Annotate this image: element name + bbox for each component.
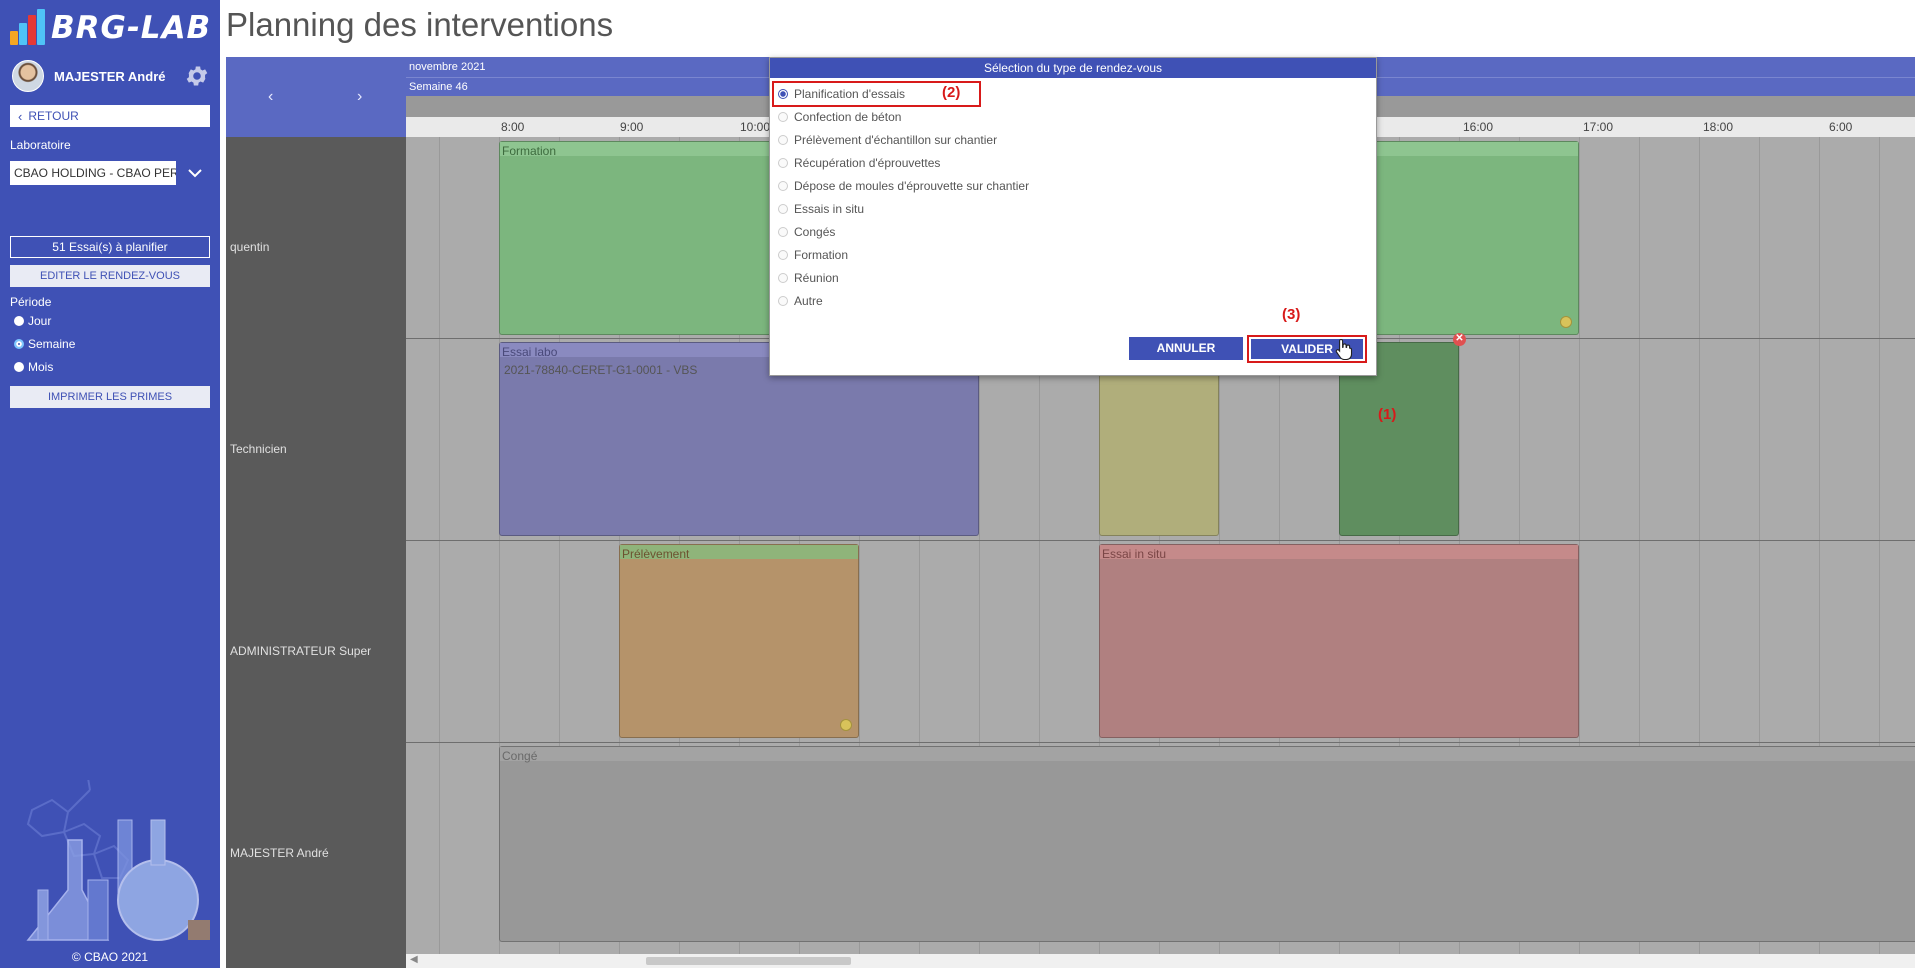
- hour-label: 8:00: [501, 120, 525, 134]
- lab-select[interactable]: CBAO HOLDING - CBAO PERPIGNAN: [10, 161, 176, 185]
- annotation-step-1: (1): [1378, 406, 1397, 423]
- option-label: Formation: [794, 248, 849, 262]
- option-autre[interactable]: Autre: [778, 291, 823, 311]
- option-reunion[interactable]: Réunion: [778, 268, 839, 288]
- radio-icon: [778, 250, 788, 260]
- period-option-mois[interactable]: Mois: [14, 360, 53, 374]
- sidebar: BRG-LAB MAJESTER André ‹ RETOUR Laborato…: [0, 0, 220, 968]
- radio-icon: [778, 227, 788, 237]
- logo-bars-icon: [10, 9, 48, 47]
- event-title: Essai labo: [502, 345, 558, 359]
- hour-label: 6:00: [1829, 120, 1853, 134]
- radio-icon: [778, 204, 788, 214]
- avatar[interactable]: [12, 60, 44, 92]
- radio-icon: [778, 135, 788, 145]
- option-label: Autre: [794, 294, 823, 308]
- prev-period-button[interactable]: ‹: [268, 88, 273, 106]
- hour-label: 16:00: [1463, 120, 1494, 134]
- radio-selected-icon: [14, 339, 24, 349]
- scheduler-nav: ‹ ›: [226, 57, 406, 137]
- event-essai-in-situ[interactable]: Essai in situ: [1099, 544, 1579, 738]
- option-label: Prélèvement d'échantillon sur chantier: [794, 133, 998, 147]
- event-status-icon: [1560, 316, 1572, 328]
- radio-icon: [778, 112, 788, 122]
- period-option-label: Mois: [28, 360, 54, 374]
- lab-glassware-illustration: [26, 780, 210, 941]
- option-recuperation-eprouvettes[interactable]: Récupération d'éprouvettes: [778, 153, 940, 173]
- radio-icon: [14, 316, 24, 326]
- period-option-label: Jour: [28, 314, 52, 328]
- chevron-left-icon: ‹: [18, 108, 23, 124]
- option-prelevement-echantillon[interactable]: Prélèvement d'échantillon sur chantier: [778, 130, 997, 150]
- radio-icon: [14, 362, 24, 372]
- chevron-down-icon[interactable]: [180, 161, 210, 185]
- option-essais-in-situ[interactable]: Essais in situ: [778, 199, 864, 219]
- option-label: Dépose de moules d'éprouvette sur chanti…: [794, 179, 1030, 193]
- period-option-jour[interactable]: Jour: [14, 314, 51, 328]
- scroll-left-icon[interactable]: ◀: [410, 954, 418, 965]
- period-option-label: Semaine: [28, 337, 76, 351]
- resource-name: quentin: [230, 240, 270, 254]
- annotation-step-2: (2): [942, 84, 961, 101]
- gear-icon[interactable]: [184, 63, 210, 89]
- event-title: Congé: [502, 749, 538, 763]
- option-planification-essais[interactable]: Planification d'essais: [778, 84, 905, 104]
- delete-event-icon[interactable]: ✕: [1453, 333, 1466, 346]
- resource-name: ADMINISTRATEUR Super: [230, 644, 372, 658]
- option-conges[interactable]: Congés: [778, 222, 835, 242]
- hour-label: 10:00: [740, 120, 771, 134]
- radio-selected-icon: [778, 89, 788, 99]
- event-subtitle: 2021-78840-CERET-G1-0001 - VBS: [504, 363, 698, 377]
- option-label: Récupération d'éprouvettes: [794, 156, 941, 170]
- event-status-icon: [840, 719, 852, 731]
- period-option-semaine[interactable]: Semaine: [14, 337, 75, 351]
- option-label: Réunion: [794, 271, 839, 285]
- option-label: Planification d'essais: [794, 87, 906, 101]
- essais-to-plan-button[interactable]: 51 Essai(s) à planifier: [10, 236, 210, 258]
- option-depose-moules[interactable]: Dépose de moules d'éprouvette sur chanti…: [778, 176, 1029, 196]
- radio-icon: [778, 273, 788, 283]
- option-formation[interactable]: Formation: [778, 245, 848, 265]
- hour-label: 18:00: [1703, 120, 1734, 134]
- annotation-step-3: (3): [1282, 306, 1301, 323]
- user-profile: MAJESTER André: [12, 60, 212, 92]
- option-label: Confection de béton: [794, 110, 902, 124]
- event-title: Prélèvement: [622, 547, 690, 561]
- appointment-type-dialog: Sélection du type de rendez-vous (2) Pla…: [769, 57, 1377, 376]
- option-label: Essais in situ: [794, 202, 865, 216]
- hour-label: 9:00: [620, 120, 644, 134]
- app-logo: BRG-LAB: [10, 8, 211, 48]
- option-label: Congés: [794, 225, 836, 239]
- next-period-button[interactable]: ›: [357, 88, 362, 106]
- lab-label: Laboratoire: [10, 138, 71, 152]
- print-bonuses-button[interactable]: IMPRIMER LES PRIMES: [10, 386, 210, 408]
- hand-cursor-icon: [1335, 338, 1353, 360]
- logo-text: BRG-LAB: [51, 10, 212, 46]
- horizontal-scrollbar[interactable]: ◀: [406, 954, 1915, 968]
- radio-icon: [778, 181, 788, 191]
- event-conge[interactable]: Congé: [499, 746, 1915, 942]
- copyright: © CBAO 2021: [71, 950, 149, 964]
- option-confection-beton[interactable]: Confection de béton: [778, 107, 901, 127]
- event-title: Essai in situ: [1102, 547, 1167, 561]
- radio-icon: [778, 296, 788, 306]
- user-name: MAJESTER André: [54, 68, 166, 84]
- back-label: RETOUR: [28, 109, 79, 123]
- hour-label: 17:00: [1583, 120, 1614, 134]
- resource-column: quentin Technicien ADMINISTRATEUR Super …: [226, 137, 406, 968]
- dialog-title: Sélection du type de rendez-vous: [770, 58, 1376, 78]
- resource-name: Technicien: [230, 442, 287, 456]
- event-prelevement[interactable]: Prélèvement: [619, 544, 859, 738]
- resource-name: MAJESTER André: [230, 846, 329, 860]
- cancel-button[interactable]: ANNULER: [1129, 337, 1243, 360]
- period-label: Période: [10, 295, 52, 309]
- scroll-thumb[interactable]: [646, 957, 851, 965]
- edit-appointment-button[interactable]: EDITER LE RENDEZ-VOUS: [10, 265, 210, 287]
- back-button[interactable]: ‹ RETOUR: [10, 105, 210, 127]
- page-title: Planning des interventions: [226, 6, 614, 43]
- event-title: Formation: [502, 144, 557, 158]
- radio-icon: [778, 158, 788, 168]
